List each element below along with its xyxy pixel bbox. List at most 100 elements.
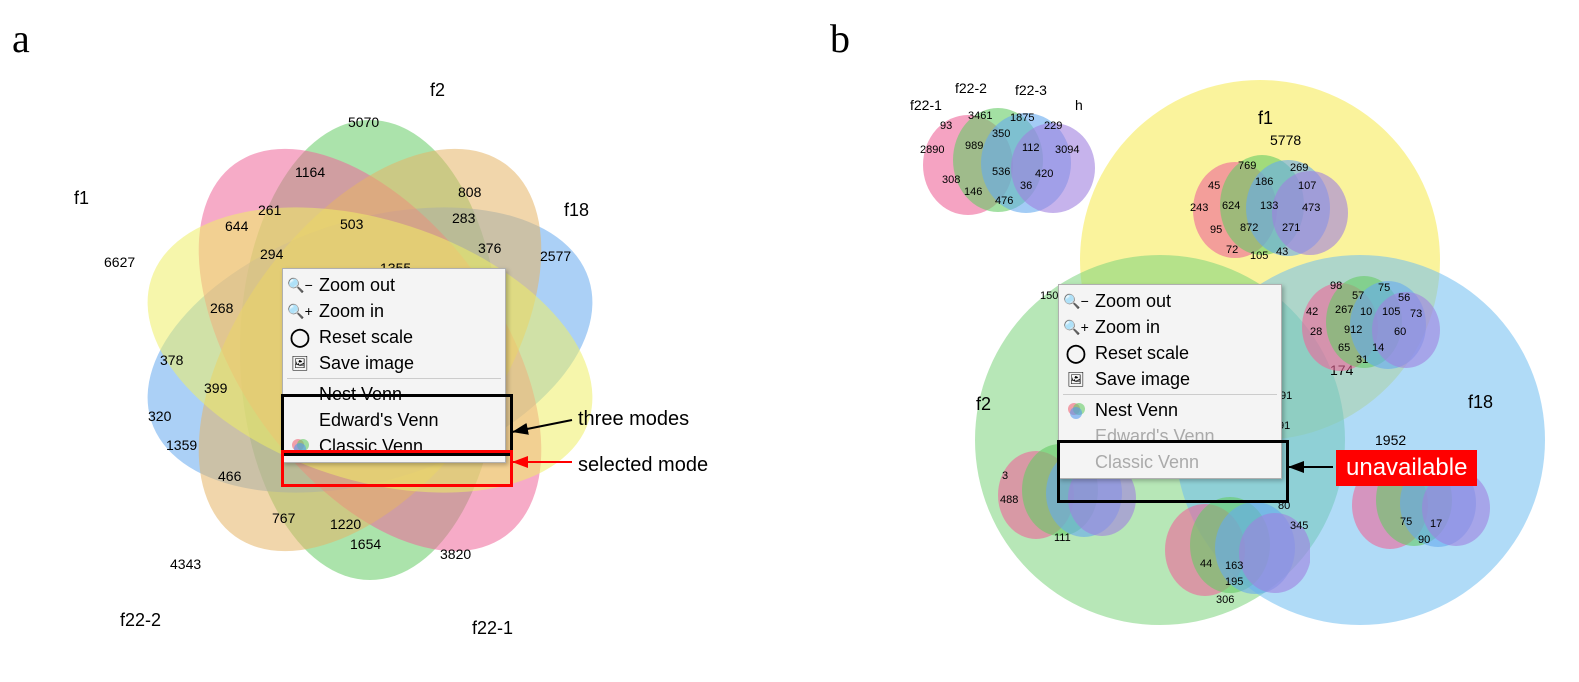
menu-zoom-out[interactable]: 🔍− Zoom out [1059,288,1281,314]
venn-value: 133 [1260,200,1278,212]
menu-item-label: Zoom in [1095,317,1160,338]
blank-icon [289,383,311,405]
venn-value: 98 [1330,280,1342,292]
venn-value: 60 [1394,326,1406,338]
menu-nest-venn[interactable]: Nest Venn [283,381,505,407]
menu-classic-venn[interactable]: Classic Venn [283,433,505,459]
menu-item-label: Save image [1095,369,1190,390]
venn-value: 503 [340,216,363,232]
venn-value: 5070 [348,114,379,130]
panel-b-label: b [830,15,850,62]
menu-save-image[interactable]: 🖼 Save image [283,350,505,376]
venn-value: 1220 [330,516,361,532]
venn-value: 399 [204,380,227,396]
menu-edward-venn-disabled: Edward's Venn [1059,423,1281,449]
panel-a-label: a [12,15,30,62]
menu-zoom-out[interactable]: 🔍− Zoom out [283,272,505,298]
venn-value: 624 [1222,200,1240,212]
menu-item-label: Zoom in [319,301,384,322]
venn-value: 271 [1282,222,1300,234]
venn-value: 10 [1360,306,1372,318]
venn-value: 345 [1290,520,1308,532]
venn-icon [1065,399,1087,421]
menu-item-label: Reset scale [1095,343,1189,364]
venn-value: 112 [1022,142,1040,154]
menu-reset-scale[interactable]: ◯ Reset scale [1059,340,1281,366]
venn-value: 195 [1225,576,1243,588]
venn-value: 488 [1000,494,1018,506]
menu-reset-scale[interactable]: ◯ Reset scale [283,324,505,350]
venn-value: 306 [1216,594,1234,606]
venn-value: 6627 [104,254,135,270]
venn-value: 243 [1190,202,1208,214]
venn-value: 376 [478,240,501,256]
mini-label-f22-2: f22-2 [955,80,987,96]
zoom-in-icon: 🔍+ [289,300,311,322]
venn-icon [289,435,311,457]
venn-value: 186 [1255,176,1273,188]
venn-value: 80 [1278,500,1290,512]
venn-value: 105 [1250,250,1268,262]
menu-classic-venn-disabled: Classic Venn [1059,449,1281,475]
venn-value: 989 [965,140,983,152]
venn-value: 283 [452,210,475,226]
venn-value: 31 [1356,354,1368,366]
venn-value: 3094 [1055,144,1079,156]
venn-value: 75 [1400,516,1412,528]
venn-set-label-f1: f1 [74,188,89,209]
venn-value: 95 [1210,224,1222,236]
menu-item-label: Classic Venn [319,436,423,457]
menu-nest-venn[interactable]: Nest Venn [1059,397,1281,423]
mini-label-f22-3: f22-3 [1015,82,1047,98]
blank-icon [1065,451,1087,473]
venn-value: 36 [1020,180,1032,192]
venn-value: 644 [225,218,248,234]
venn-value: 767 [272,510,295,526]
venn-set-label-f1: f1 [1258,108,1273,129]
venn-value: 267 [1335,304,1353,316]
venn-value: 93 [940,120,952,132]
venn-value: 56 [1398,292,1410,304]
venn-value: 111 [1054,532,1071,544]
venn-value: 73 [1410,308,1422,320]
mini-label-f22-1: f22-1 [910,97,942,113]
venn-value: 5778 [1270,132,1301,148]
venn-value: 3461 [968,110,992,122]
menu-item-label: Edward's Venn [319,410,439,431]
venn-set-label-f2: f2 [976,394,991,415]
annotation-selected-mode: selected mode [578,454,708,477]
venn-value: 1359 [166,437,197,453]
menu-item-label: Zoom out [1095,291,1171,312]
venn-value: 294 [260,246,283,262]
venn-value: 308 [942,174,960,186]
venn-value: 90 [1418,534,1430,546]
venn-value: 105 [1382,306,1400,318]
menu-item-label: Reset scale [319,327,413,348]
venn-value: 4343 [170,556,201,572]
menu-zoom-in[interactable]: 🔍+ Zoom in [283,298,505,324]
venn-value: 65 [1338,342,1350,354]
venn-value: 769 [1238,160,1256,172]
venn-value: 43 [1276,246,1288,258]
venn-set-label-f22-1: f22-1 [472,618,513,639]
venn-value: 378 [160,352,183,368]
venn-value: 269 [1290,162,1308,174]
venn-value: 45 [1208,180,1220,192]
annotation-unavailable: unavailable [1336,450,1477,486]
venn-value: 473 [1302,202,1320,214]
venn-value: 146 [964,186,982,198]
zoom-in-icon: 🔍+ [1065,316,1087,338]
venn-value: 2577 [540,248,571,264]
menu-zoom-in[interactable]: 🔍+ Zoom in [1059,314,1281,340]
venn-value: 44 [1200,558,1212,570]
menu-save-image[interactable]: 🖼 Save image [1059,366,1281,392]
venn-value: 28 [1310,326,1322,338]
venn-value: 1654 [350,536,381,552]
venn-set-label-f22-2: f22-2 [120,610,161,631]
venn-value: 150 [1040,290,1058,302]
venn-value: 107 [1298,180,1316,192]
venn-value: 17 [1430,518,1442,530]
menu-edward-venn[interactable]: Edward's Venn [283,407,505,433]
menu-item-label: Nest Venn [319,384,402,405]
reset-icon: ◯ [289,326,311,348]
